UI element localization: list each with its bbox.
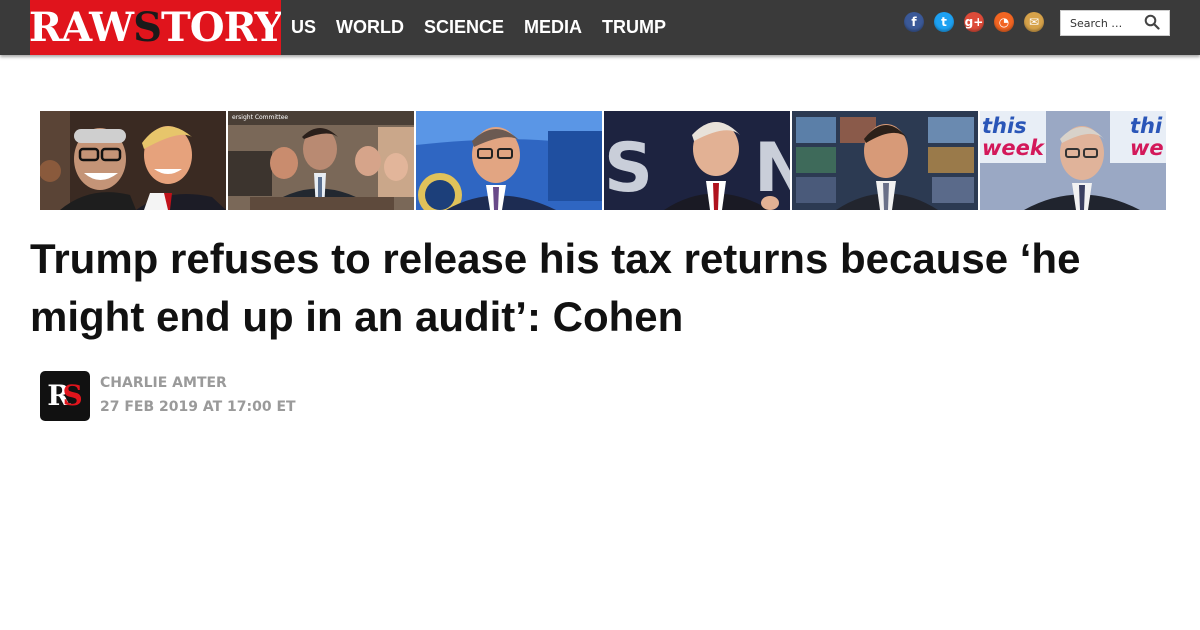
thumbnail-6-text-right-2: we xyxy=(1130,136,1164,160)
main-nav: US WORLD SCIENCE MEDIA TRUMP xyxy=(281,0,676,55)
email-icon[interactable]: ✉ xyxy=(1024,12,1044,32)
nav-item-world[interactable]: WORLD xyxy=(326,17,414,38)
search-icon[interactable] xyxy=(1144,14,1160,30)
publish-date: 27 FEB 2019 AT 17:00 ET xyxy=(100,399,296,415)
thumbnail-6[interactable]: this week thi we xyxy=(980,111,1166,210)
author-name[interactable]: Charlie Amter xyxy=(100,375,227,391)
site-header: RAW S TORY US WORLD SCIENCE MEDIA TRUMP ft… xyxy=(0,0,1200,55)
social-links: f t g+ ◔ ✉ xyxy=(904,12,1044,32)
search-input[interactable] xyxy=(1061,11,1141,35)
nav-item-us[interactable]: US xyxy=(281,17,326,38)
related-thumbnails: ersight Committee S N this week thi we xyxy=(40,111,1166,210)
thumbnail-4[interactable]: S N xyxy=(604,111,790,210)
author-avatar[interactable]: RS xyxy=(40,371,90,421)
search-box xyxy=(1060,10,1170,36)
thumbnail-6-text-left-2: week xyxy=(982,136,1046,160)
thumbnail-5[interactable] xyxy=(792,111,978,210)
nav-item-science[interactable]: SCIENCE xyxy=(414,17,514,38)
facebook-icon[interactable]: f xyxy=(904,12,924,32)
twitter-icon[interactable]: t xyxy=(934,12,954,32)
thumbnail-2[interactable]: ersight Committee xyxy=(228,111,414,210)
thumbnail-6-text-right: thi xyxy=(1130,114,1163,138)
article-headline: Trump refuses to release his tax returns… xyxy=(30,235,1081,340)
thumbnail-1[interactable] xyxy=(40,111,226,210)
nav-item-media[interactable]: MEDIA xyxy=(514,17,592,38)
thumbnail-3[interactable] xyxy=(416,111,602,210)
google-plus-icon[interactable]: g+ xyxy=(964,12,984,32)
nav-item-trump[interactable]: TRUMP xyxy=(592,17,676,38)
thumbnail-2-caption: ersight Committee xyxy=(232,114,288,121)
svg-text:S: S xyxy=(604,129,653,208)
rss-icon[interactable]: ◔ xyxy=(994,12,1014,32)
site-logo[interactable]: RAW S TORY xyxy=(30,0,281,55)
svg-text:N: N xyxy=(754,129,790,208)
thumbnail-6-text-left: this xyxy=(982,114,1027,138)
avatar-letter-s: S xyxy=(62,379,83,412)
